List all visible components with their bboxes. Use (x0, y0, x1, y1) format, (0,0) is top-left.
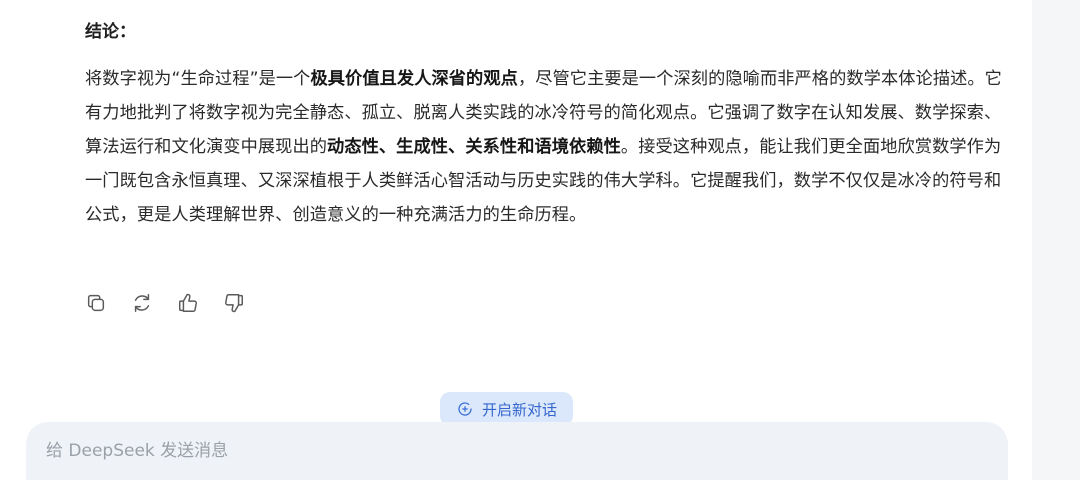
dislike-button[interactable] (222, 291, 246, 315)
right-scroll-gutter (1032, 0, 1080, 480)
conclusion-heading: 结论： (85, 22, 136, 42)
message-input[interactable] (44, 440, 994, 462)
message-input-box (26, 422, 1008, 480)
thumbs-up-icon (179, 293, 197, 312)
conclusion-text-1: 将数字视为“生命过程”是一个 (85, 69, 311, 89)
regenerate-button[interactable] (130, 291, 154, 315)
copy-button[interactable] (84, 291, 108, 315)
conclusion-bold-2: 动态性、生成性、关系性和语境依赖性 (327, 137, 621, 157)
chat-page: 结论： 将数字视为“生命过程”是一个极具价值且发人深省的观点，尽管它主要是一个深… (0, 0, 1080, 480)
new-chat-label: 开启新对话 (482, 400, 558, 419)
new-chat-button[interactable]: 开启新对话 (440, 392, 574, 426)
like-button[interactable] (176, 291, 200, 315)
assistant-answer: 结论： 将数字视为“生命过程”是一个极具价值且发人深省的观点，尽管它主要是一个深… (85, 18, 1015, 232)
refresh-icon (134, 294, 150, 312)
message-actions (84, 291, 246, 315)
copy-icon (87, 294, 105, 312)
thumbs-down-icon (225, 294, 243, 313)
new-chat-icon (458, 402, 472, 416)
conclusion-bold-1: 极具价值且发人深省的观点 (310, 69, 518, 89)
conclusion-paragraph: 将数字视为“生命过程”是一个极具价值且发人深省的观点，尽管它主要是一个深刻的隐喻… (85, 62, 1015, 232)
